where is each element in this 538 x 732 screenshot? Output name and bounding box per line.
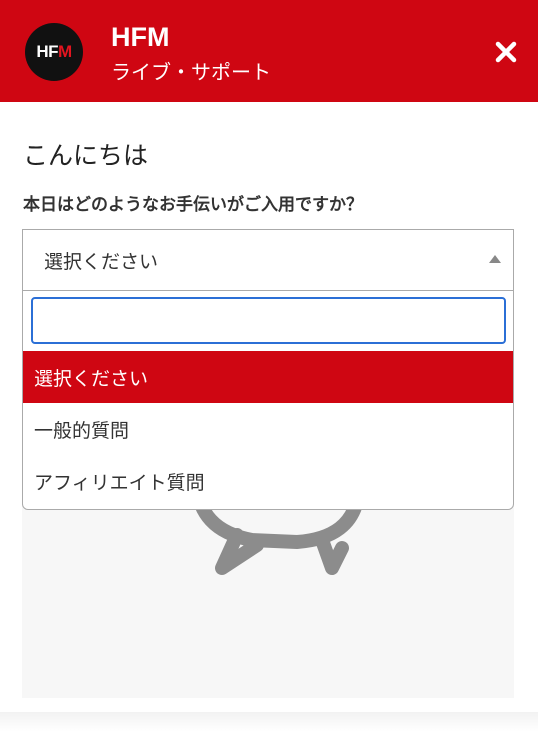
option-general-question[interactable]: 一般的質問 xyxy=(23,403,513,455)
option-label: 選択ください xyxy=(34,367,149,390)
brand-name: HFM xyxy=(111,22,170,52)
hfm-logo: HFM xyxy=(25,23,83,81)
close-button[interactable] xyxy=(488,34,524,70)
select-dropdown: 選択ください 一般的質問 アフィリエイト質問 xyxy=(22,290,514,510)
option-select-prompt[interactable]: 選択ください xyxy=(23,351,513,403)
dropdown-search-input[interactable] xyxy=(31,297,506,344)
header: HFM HFM ライブ・サポート xyxy=(0,0,538,102)
header-subtitle: ライブ・サポート xyxy=(111,60,271,84)
chat-bubbles-icon xyxy=(192,500,365,575)
close-icon xyxy=(495,41,517,63)
option-label: アフィリエイト質問 xyxy=(34,471,205,494)
topic-select[interactable]: 選択ください xyxy=(22,229,514,290)
logo-text: HFM xyxy=(36,42,72,61)
illustration-area xyxy=(22,500,514,698)
bottom-bar xyxy=(0,712,538,732)
question-label: 本日はどのようなお手伝いがご入用ですか？ xyxy=(23,195,363,215)
caret-up-icon xyxy=(489,255,501,263)
select-current-value: 選択ください xyxy=(44,251,159,273)
option-affiliate-question[interactable]: アフィリエイト質問 xyxy=(23,455,513,507)
option-label: 一般的質問 xyxy=(34,419,130,442)
greeting-heading: こんにちは xyxy=(23,141,149,170)
